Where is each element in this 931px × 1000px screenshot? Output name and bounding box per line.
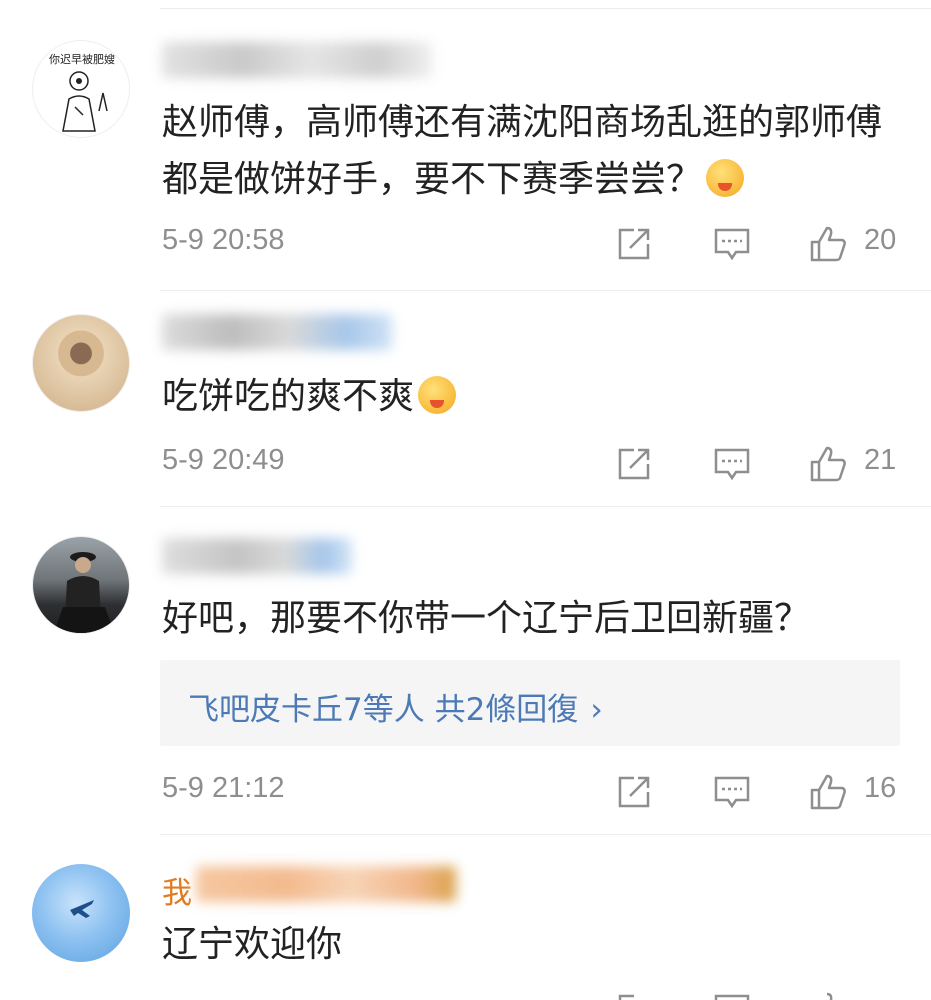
comment-text: 好吧，那要不你带一个辽宁后卫回新疆？ bbox=[162, 598, 811, 639]
like-count: 21 bbox=[864, 444, 897, 476]
comment-text: 吃饼吃的爽不爽 bbox=[162, 368, 907, 425]
avatar[interactable] bbox=[32, 536, 130, 634]
thumbs-up-icon[interactable] bbox=[808, 990, 848, 1000]
avatar[interactable]: 你迟早被肥嫂 bbox=[32, 40, 130, 138]
divider bbox=[160, 834, 931, 835]
cartoon-avatar-icon: 你迟早被肥嫂 bbox=[49, 53, 115, 132]
avatar-caption: 你迟早被肥嫂 bbox=[49, 53, 115, 66]
comment-meta: 5-9 20:49 21 bbox=[0, 444, 931, 484]
comment-reply-icon[interactable] bbox=[712, 444, 752, 484]
username[interactable]: 我 bbox=[162, 868, 192, 912]
share-icon[interactable] bbox=[614, 224, 654, 264]
username-blurred[interactable] bbox=[162, 538, 352, 574]
username-blurred[interactable] bbox=[162, 42, 432, 78]
airplane-icon bbox=[70, 900, 94, 918]
avatar[interactable] bbox=[32, 864, 130, 962]
share-icon[interactable] bbox=[614, 444, 654, 484]
comment-text: 赵师傅，高师傅还有满沈阳商场乱逛的郭师傅都是做饼好手，要不下赛季尝尝？ bbox=[162, 102, 883, 200]
divider bbox=[160, 290, 931, 291]
timestamp: 5-9 21:12 bbox=[162, 772, 285, 804]
share-icon[interactable] bbox=[614, 990, 654, 1000]
comment-meta bbox=[0, 990, 931, 1000]
rider-photo-icon bbox=[53, 552, 115, 633]
divider bbox=[160, 506, 931, 507]
share-icon[interactable] bbox=[614, 772, 654, 812]
avatar[interactable] bbox=[32, 314, 130, 412]
comment-reply-icon[interactable] bbox=[712, 772, 752, 812]
thumbs-up-icon[interactable] bbox=[808, 772, 848, 812]
comment-text: 辽宁欢迎你 bbox=[162, 924, 343, 965]
divider bbox=[160, 8, 931, 9]
yum-emoji-icon bbox=[418, 376, 457, 414]
username-blurred[interactable] bbox=[196, 866, 456, 902]
replies-preview[interactable]: 飞吧皮卡丘7等人 共2條回復 › bbox=[160, 660, 900, 746]
like-count: 20 bbox=[864, 224, 897, 256]
chevron-right-icon: › bbox=[590, 692, 603, 728]
thumbs-up-icon[interactable] bbox=[808, 224, 848, 264]
like-count: 16 bbox=[864, 772, 897, 804]
timestamp: 5-9 20:58 bbox=[162, 224, 285, 256]
comment-reply-icon[interactable] bbox=[712, 224, 752, 264]
comment-meta: 5-9 21:12 16 bbox=[0, 772, 931, 812]
timestamp: 5-9 20:49 bbox=[162, 444, 285, 476]
yum-emoji-icon bbox=[706, 159, 745, 197]
comment-meta: 5-9 20:58 20 bbox=[0, 224, 931, 264]
username-blurred[interactable] bbox=[162, 314, 392, 350]
comment-reply-icon[interactable] bbox=[712, 990, 752, 1000]
thumbs-up-icon[interactable] bbox=[808, 444, 848, 484]
replies-link[interactable]: 飞吧皮卡丘7等人 共2條回復 › bbox=[188, 684, 603, 729]
